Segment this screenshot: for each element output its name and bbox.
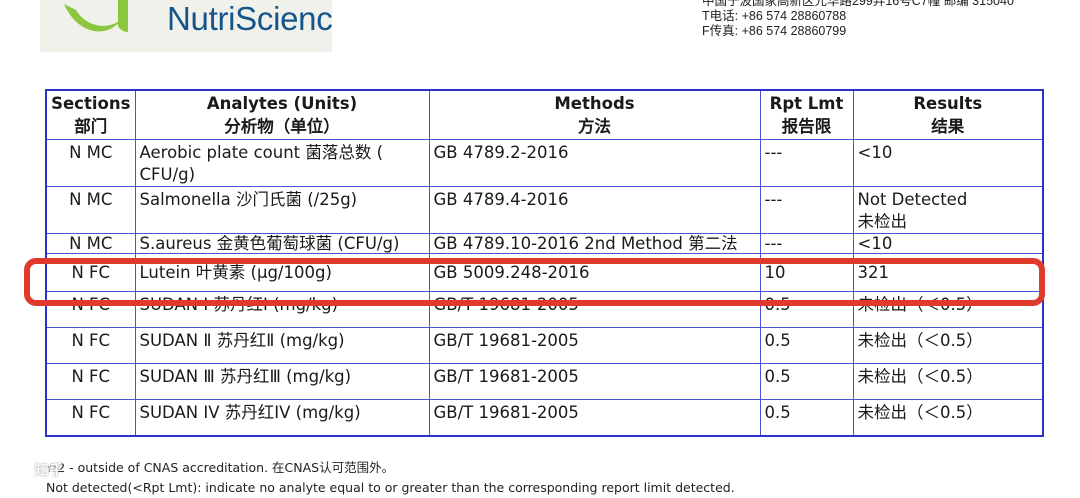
company-logo: Mérieux NutriSciences (40, 0, 332, 52)
cell-section: N FC (45, 363, 136, 400)
cell-method: GB/T 19681-2005 (428, 399, 761, 436)
cell-rpt-lmt: --- (759, 139, 854, 187)
cell-analyte: Salmonella 沙门氏菌 (/25g) (134, 186, 430, 234)
header-methods: Methods 方法 (428, 89, 761, 140)
cell-rpt-lmt: 0.5 (759, 363, 854, 400)
table-header-row: Sections 部门 Analytes (Units) 分析物（单位） Metho… (45, 89, 1044, 140)
cell-method: GB/T 19681-2005 (428, 363, 761, 400)
table-row: N FC SUDAN Ⅲ 苏丹红Ⅲ (mg/kg) GB/T 19681-200… (45, 363, 1044, 400)
cell-analyte: SUDAN Ⅲ 苏丹红Ⅲ (mg/kg) (134, 363, 430, 400)
watermark-logo-icon (8, 459, 28, 479)
table-row: N MC Aerobic plate count 菌落总数 ( CFU/g) G… (45, 139, 1044, 187)
contact-block: 中国宁波国家高新区光华路299弄16号C7幢 邮编 315040 T电话: +8… (702, 0, 1014, 39)
table-row: N MC S.aureus 金黄色葡萄球菌 (CFU/g) GB 4789.10… (45, 233, 1044, 254)
header-analytes: Analytes (Units) 分析物（单位） (134, 89, 430, 140)
highlight-annotation (24, 258, 1045, 306)
cell-result: <10 (852, 139, 1044, 187)
footnotes: ☆2 - outside of CNAS accreditation. 在CNA… (46, 458, 735, 498)
footnote-cnas: ☆2 - outside of CNAS accreditation. 在CNA… (46, 460, 395, 475)
cell-result: 未检出（＜0.5） (852, 363, 1044, 400)
watermark-text: 知乎 (34, 460, 65, 479)
cell-section: N MC (45, 139, 136, 187)
cell-result: 未检出（＜0.5） (852, 327, 1044, 364)
header-sections: Sections 部门 (45, 89, 136, 140)
logo-wordmark: NutriSciences (167, 0, 332, 37)
table-row: N FC SUDAN IV 苏丹红IV (mg/kg) GB/T 19681-2… (45, 399, 1044, 436)
cell-result: 未检出（＜0.5） (852, 399, 1044, 436)
header-rpt-lmt: Rpt Lmt 报告限 (759, 89, 854, 140)
cell-rpt-lmt: 0.5 (759, 327, 854, 364)
cell-analyte: Aerobic plate count 菌落总数 ( CFU/g) (134, 139, 430, 187)
table-row: N MC Salmonella 沙门氏菌 (/25g) GB 4789.4-20… (45, 186, 1044, 234)
cell-result: <10 (852, 233, 1044, 254)
cell-section: N FC (45, 327, 136, 364)
contact-phone: T电话: +86 574 28860788 (702, 9, 847, 23)
header-results: Results 结果 (852, 89, 1044, 140)
cell-analyte: SUDAN Ⅱ 苏丹红Ⅱ (mg/kg) (134, 327, 430, 364)
cell-analyte: S.aureus 金黄色葡萄球菌 (CFU/g) (134, 233, 430, 254)
cell-rpt-lmt: --- (759, 186, 854, 234)
footnote-not-detected: Not detected(<Rpt Lmt): indicate no anal… (46, 480, 735, 495)
cell-section: N FC (45, 399, 136, 436)
cell-method: GB 4789.2-2016 (428, 139, 761, 187)
cell-method: GB/T 19681-2005 (428, 327, 761, 364)
contact-fax: F传真: +86 574 28860799 (702, 24, 847, 38)
cell-section: N MC (45, 233, 136, 254)
contact-address: 中国宁波国家高新区光华路299弄16号C7幢 邮编 315040 (702, 0, 1014, 8)
cell-method: GB 4789.4-2016 (428, 186, 761, 234)
cell-analyte: SUDAN IV 苏丹红IV (mg/kg) (134, 399, 430, 436)
cell-rpt-lmt: --- (759, 233, 854, 254)
table-row: N FC SUDAN Ⅱ 苏丹红Ⅱ (mg/kg) GB/T 19681-200… (45, 327, 1044, 364)
cell-method: GB 4789.10-2016 2nd Method 第二法 (428, 233, 761, 254)
cell-rpt-lmt: 0.5 (759, 399, 854, 436)
cell-result: Not Detected 未检出 (852, 186, 1044, 234)
cell-section: N MC (45, 186, 136, 234)
watermark: 知乎 (6, 452, 126, 486)
leaf-logo-icon (64, 0, 128, 32)
